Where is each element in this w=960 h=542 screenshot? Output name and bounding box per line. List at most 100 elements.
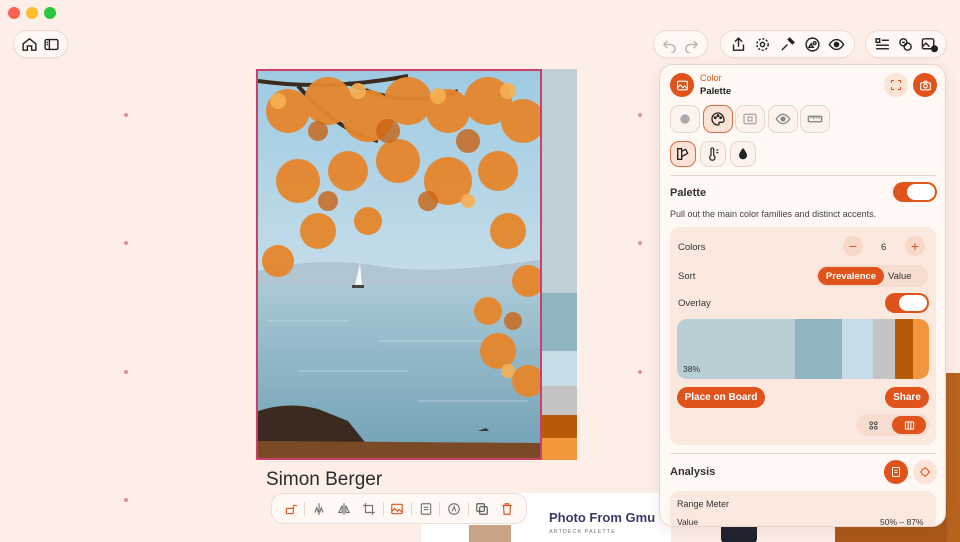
align-button[interactable]: [306, 496, 331, 522]
panel-divider: [670, 175, 936, 176]
palette-swatch-icon: [677, 148, 689, 160]
color-icon: [448, 502, 460, 515]
flip-icon: [337, 502, 351, 515]
eye-icon: [828, 38, 845, 50]
autumn-lake-photo: [258, 71, 540, 458]
palette-toggle[interactable]: [893, 182, 937, 202]
canvas-grid-dot: [124, 498, 128, 502]
ruler-icon: [807, 115, 823, 123]
palette-panel-badge: [670, 73, 694, 97]
photo-frame[interactable]: [256, 69, 542, 460]
sub-tile-temperature[interactable]: [700, 141, 726, 167]
add-image-button[interactable]: [919, 32, 940, 56]
duplicate-icon: [476, 502, 488, 515]
sort-option-value[interactable]: Value: [888, 271, 912, 282]
toolbar-divider: [304, 501, 306, 516]
report-icon: [892, 467, 900, 477]
analysis-report-button[interactable]: [884, 460, 908, 484]
delete-button[interactable]: [495, 496, 520, 522]
camera-icon: [919, 80, 931, 90]
lock-button[interactable]: [278, 496, 303, 522]
history-group: [653, 30, 708, 58]
mode-tile-frame[interactable]: [735, 105, 765, 133]
crop-button[interactable]: [357, 496, 382, 522]
eyedropper-button[interactable]: [776, 32, 799, 56]
mode-tile-palette[interactable]: [703, 105, 733, 133]
flip-button[interactable]: [331, 496, 356, 522]
place-on-board-button[interactable]: Place on Board: [677, 387, 765, 408]
sidebar-icon: [44, 38, 59, 50]
image-icon: [391, 503, 404, 514]
preview-button[interactable]: [825, 32, 848, 56]
shapes-button[interactable]: [801, 32, 824, 56]
swatch-segment[interactable]: [894, 319, 914, 379]
trash-icon: [502, 502, 512, 515]
undo-button[interactable]: [660, 32, 680, 56]
redo-button[interactable]: [682, 32, 702, 56]
crop-icon: [363, 502, 376, 515]
swatch-segment[interactable]: [795, 319, 842, 379]
mode-tile-circle[interactable]: [670, 105, 700, 133]
redo-icon: [684, 39, 698, 53]
palette-strip: [542, 69, 577, 460]
list-button[interactable]: [872, 32, 893, 56]
mode-tile-eye[interactable]: [768, 105, 798, 133]
card-thumbnail: [469, 525, 511, 542]
share-button[interactable]: Share: [885, 387, 929, 408]
swatch-segment[interactable]: [872, 319, 895, 379]
mode-tile-ruler[interactable]: [800, 105, 830, 133]
swatch-percent: 38%: [683, 364, 701, 374]
lock-icon: [285, 504, 297, 514]
colors-increment-button[interactable]: +: [905, 236, 925, 256]
sort-label: Sort: [678, 271, 696, 282]
expand-icon: [891, 80, 901, 90]
fullscreen-button[interactable]: [884, 73, 908, 97]
minimize-window-button[interactable]: [26, 7, 38, 19]
toolbar-divider: [439, 501, 441, 516]
sub-tile-palette[interactable]: [670, 141, 696, 167]
image-button[interactable]: [385, 496, 410, 522]
home-button[interactable]: [20, 32, 40, 56]
canvas-grid-dot: [124, 370, 128, 374]
overlay-toggle[interactable]: [885, 293, 929, 313]
shapes-icon: [804, 36, 820, 52]
note-button[interactable]: [413, 496, 438, 522]
edge-photo-thumb: [946, 373, 960, 542]
zoom-window-button[interactable]: [44, 7, 56, 19]
canvas-grid-dot: [638, 113, 642, 117]
colors-label: Colors: [678, 242, 706, 253]
columns-view-button[interactable]: [892, 416, 926, 434]
frame-icon: [743, 113, 757, 125]
canvas-grid-dot: [124, 241, 128, 245]
value-label: Value: [677, 517, 699, 527]
settings-button[interactable]: [752, 32, 775, 56]
close-window-button[interactable]: [8, 7, 20, 19]
add-image-icon: [921, 37, 938, 52]
grid-view-button[interactable]: [864, 417, 882, 433]
share-toolbar-button[interactable]: [727, 32, 750, 56]
actions-group: [720, 30, 855, 58]
colors-decrement-button[interactable]: −: [843, 236, 863, 256]
sidebar-toggle-button[interactable]: [42, 32, 62, 56]
swatch-segment[interactable]: [913, 319, 929, 379]
card-title: Photo From Gmu: [549, 510, 656, 525]
note-icon: [420, 502, 431, 515]
photo-caption: Simon Berger: [266, 469, 383, 490]
panel-divider: [670, 453, 936, 454]
analysis-target-button[interactable]: [913, 460, 937, 484]
sub-tile-drop[interactable]: [730, 141, 756, 167]
duplicate-button[interactable]: [469, 496, 494, 522]
canvas-grid-dot: [638, 241, 642, 245]
share-icon: [732, 36, 744, 51]
object-toolbar: [271, 493, 527, 524]
palette-link-button[interactable]: [895, 32, 916, 56]
sort-option-prevalence[interactable]: Prevalence: [818, 267, 884, 285]
gear-icon: [756, 37, 770, 51]
image-icon: [676, 80, 688, 90]
list-icon: [875, 37, 890, 49]
circle-icon: [680, 114, 690, 124]
swatch-bar[interactable]: [677, 319, 929, 379]
camera-button[interactable]: [913, 73, 937, 97]
color-button[interactable]: [441, 496, 466, 522]
swatch-segment[interactable]: [841, 319, 873, 379]
